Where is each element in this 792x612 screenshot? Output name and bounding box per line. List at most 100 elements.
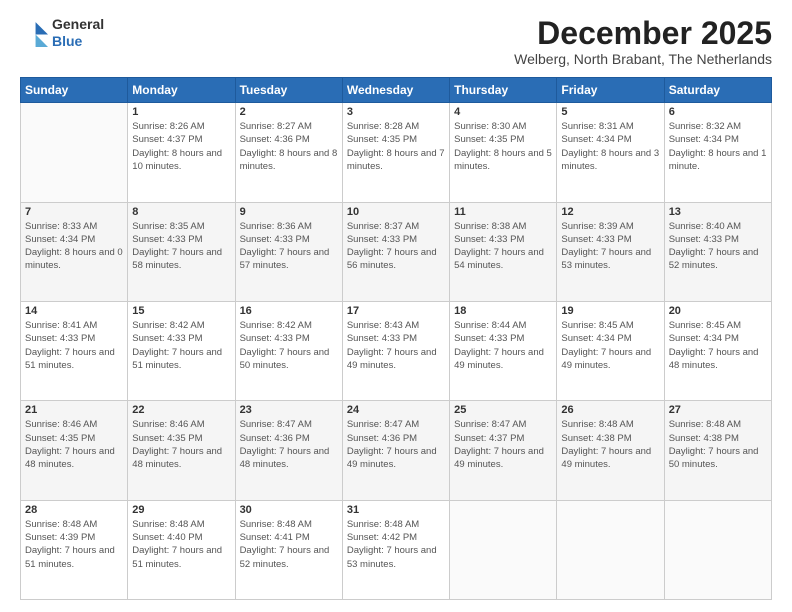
day-number: 18 <box>454 305 552 317</box>
sunrise: Sunrise: 8:42 AM <box>240 320 312 331</box>
day-number: 28 <box>25 504 123 516</box>
day-info: Sunrise: 8:47 AM Sunset: 4:36 PM Dayligh… <box>347 418 445 471</box>
sunrise: Sunrise: 8:28 AM <box>347 121 419 132</box>
sunrise: Sunrise: 8:41 AM <box>25 320 97 331</box>
logo-blue: Blue <box>52 33 82 49</box>
sunrise: Sunrise: 8:45 AM <box>561 320 633 331</box>
sunset: Sunset: 4:33 PM <box>454 333 524 344</box>
table-row: 18 Sunrise: 8:44 AM Sunset: 4:33 PM Dayl… <box>450 301 557 400</box>
sunset: Sunset: 4:34 PM <box>561 333 631 344</box>
table-row: 25 Sunrise: 8:47 AM Sunset: 4:37 PM Dayl… <box>450 401 557 500</box>
daylight: Daylight: 8 hours and 5 minutes. <box>454 148 552 172</box>
day-info: Sunrise: 8:42 AM Sunset: 4:33 PM Dayligh… <box>240 319 338 372</box>
day-info: Sunrise: 8:26 AM Sunset: 4:37 PM Dayligh… <box>132 120 230 173</box>
table-row: 9 Sunrise: 8:36 AM Sunset: 4:33 PM Dayli… <box>235 202 342 301</box>
day-number: 19 <box>561 305 659 317</box>
sunset: Sunset: 4:33 PM <box>240 234 310 245</box>
day-number: 3 <box>347 106 445 118</box>
table-row: 14 Sunrise: 8:41 AM Sunset: 4:33 PM Dayl… <box>21 301 128 400</box>
empty-cell <box>664 500 771 599</box>
day-number: 24 <box>347 404 445 416</box>
day-number: 9 <box>240 206 338 218</box>
daylight: Daylight: 7 hours and 51 minutes. <box>25 347 115 371</box>
day-number: 6 <box>669 106 767 118</box>
sunset: Sunset: 4:34 PM <box>561 134 631 145</box>
header-monday: Monday <box>128 78 235 103</box>
table-row: 17 Sunrise: 8:43 AM Sunset: 4:33 PM Dayl… <box>342 301 449 400</box>
day-number: 17 <box>347 305 445 317</box>
table-row: 27 Sunrise: 8:48 AM Sunset: 4:38 PM Dayl… <box>664 401 771 500</box>
day-info: Sunrise: 8:39 AM Sunset: 4:33 PM Dayligh… <box>561 220 659 273</box>
header: General Blue December 2025 Welberg, Nort… <box>20 16 772 67</box>
sunrise: Sunrise: 8:31 AM <box>561 121 633 132</box>
logo-icon <box>20 19 48 47</box>
table-row: 7 Sunrise: 8:33 AM Sunset: 4:34 PM Dayli… <box>21 202 128 301</box>
day-info: Sunrise: 8:33 AM Sunset: 4:34 PM Dayligh… <box>25 220 123 273</box>
sunrise: Sunrise: 8:48 AM <box>25 519 97 530</box>
day-info: Sunrise: 8:47 AM Sunset: 4:36 PM Dayligh… <box>240 418 338 471</box>
sunset: Sunset: 4:33 PM <box>132 234 202 245</box>
day-number: 5 <box>561 106 659 118</box>
sunrise: Sunrise: 8:48 AM <box>669 419 741 430</box>
page: General Blue December 2025 Welberg, Nort… <box>0 0 792 612</box>
weekday-header-row: Sunday Monday Tuesday Wednesday Thursday… <box>21 78 772 103</box>
table-row: 21 Sunrise: 8:46 AM Sunset: 4:35 PM Dayl… <box>21 401 128 500</box>
sunrise: Sunrise: 8:38 AM <box>454 221 526 232</box>
daylight: Daylight: 7 hours and 49 minutes. <box>454 446 544 470</box>
empty-cell <box>450 500 557 599</box>
day-number: 10 <box>347 206 445 218</box>
calendar-table: Sunday Monday Tuesday Wednesday Thursday… <box>20 77 772 600</box>
sunset: Sunset: 4:37 PM <box>132 134 202 145</box>
sunset: Sunset: 4:36 PM <box>240 134 310 145</box>
day-info: Sunrise: 8:37 AM Sunset: 4:33 PM Dayligh… <box>347 220 445 273</box>
sunrise: Sunrise: 8:47 AM <box>454 419 526 430</box>
day-info: Sunrise: 8:27 AM Sunset: 4:36 PM Dayligh… <box>240 120 338 173</box>
day-info: Sunrise: 8:36 AM Sunset: 4:33 PM Dayligh… <box>240 220 338 273</box>
daylight: Daylight: 7 hours and 51 minutes. <box>132 545 222 569</box>
day-number: 20 <box>669 305 767 317</box>
logo-text: General Blue <box>52 16 104 50</box>
daylight: Daylight: 8 hours and 7 minutes. <box>347 148 445 172</box>
sunset: Sunset: 4:36 PM <box>240 433 310 444</box>
table-row: 16 Sunrise: 8:42 AM Sunset: 4:33 PM Dayl… <box>235 301 342 400</box>
daylight: Daylight: 8 hours and 0 minutes. <box>25 247 123 271</box>
table-row: 3 Sunrise: 8:28 AM Sunset: 4:35 PM Dayli… <box>342 103 449 202</box>
header-thursday: Thursday <box>450 78 557 103</box>
daylight: Daylight: 7 hours and 49 minutes. <box>454 347 544 371</box>
table-row: 28 Sunrise: 8:48 AM Sunset: 4:39 PM Dayl… <box>21 500 772 599</box>
day-number: 13 <box>669 206 767 218</box>
day-number: 1 <box>132 106 230 118</box>
sunset: Sunset: 4:34 PM <box>669 333 739 344</box>
daylight: Daylight: 7 hours and 53 minutes. <box>561 247 651 271</box>
daylight: Daylight: 7 hours and 51 minutes. <box>132 347 222 371</box>
table-row: 31 Sunrise: 8:48 AM Sunset: 4:42 PM Dayl… <box>342 500 449 599</box>
table-row: 7 Sunrise: 8:33 AM Sunset: 4:34 PM Dayli… <box>21 202 772 301</box>
daylight: Daylight: 8 hours and 10 minutes. <box>132 148 222 172</box>
day-number: 30 <box>240 504 338 516</box>
table-row: 1 Sunrise: 8:26 AM Sunset: 4:37 PM Dayli… <box>128 103 235 202</box>
daylight: Daylight: 8 hours and 3 minutes. <box>561 148 659 172</box>
table-row: 30 Sunrise: 8:48 AM Sunset: 4:41 PM Dayl… <box>235 500 342 599</box>
sunrise: Sunrise: 8:45 AM <box>669 320 741 331</box>
table-row: 12 Sunrise: 8:39 AM Sunset: 4:33 PM Dayl… <box>557 202 664 301</box>
sunset: Sunset: 4:35 PM <box>454 134 524 145</box>
sunset: Sunset: 4:33 PM <box>132 333 202 344</box>
day-number: 12 <box>561 206 659 218</box>
table-row: 2 Sunrise: 8:27 AM Sunset: 4:36 PM Dayli… <box>235 103 342 202</box>
sunset: Sunset: 4:38 PM <box>669 433 739 444</box>
day-number: 2 <box>240 106 338 118</box>
day-info: Sunrise: 8:48 AM Sunset: 4:38 PM Dayligh… <box>669 418 767 471</box>
day-info: Sunrise: 8:48 AM Sunset: 4:39 PM Dayligh… <box>25 518 123 571</box>
day-number: 15 <box>132 305 230 317</box>
daylight: Daylight: 7 hours and 53 minutes. <box>347 545 437 569</box>
daylight: Daylight: 7 hours and 48 minutes. <box>669 347 759 371</box>
table-row: 6 Sunrise: 8:32 AM Sunset: 4:34 PM Dayli… <box>664 103 771 202</box>
day-number: 29 <box>132 504 230 516</box>
table-row: 21 Sunrise: 8:46 AM Sunset: 4:35 PM Dayl… <box>21 401 772 500</box>
sunrise: Sunrise: 8:48 AM <box>240 519 312 530</box>
day-number: 4 <box>454 106 552 118</box>
daylight: Daylight: 7 hours and 58 minutes. <box>132 247 222 271</box>
sunset: Sunset: 4:34 PM <box>669 134 739 145</box>
table-row: 1 Sunrise: 8:26 AM Sunset: 4:37 PM Dayli… <box>21 103 772 202</box>
sunset: Sunset: 4:35 PM <box>347 134 417 145</box>
